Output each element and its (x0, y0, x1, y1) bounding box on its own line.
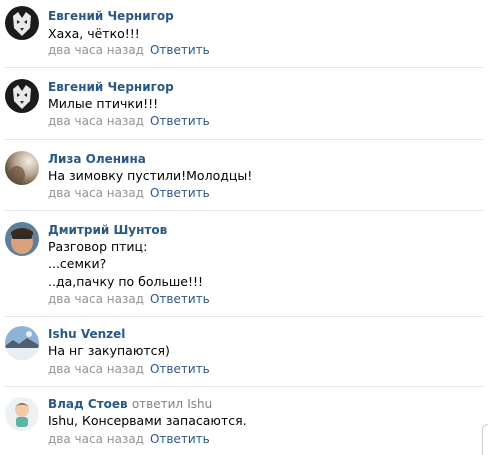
avatar[interactable] (5, 222, 39, 256)
comment-time[interactable]: два часа назад (48, 432, 144, 446)
comment-text: На зимовку пустили!Молодцы! (48, 168, 253, 183)
divider (4, 386, 484, 387)
avatar[interactable] (5, 151, 39, 185)
divider (4, 316, 484, 317)
scroll-edge[interactable] (482, 424, 488, 455)
comment-author[interactable]: Лиза Оленина (48, 152, 146, 166)
comment-text: ..да,пачку по больше!!! (48, 274, 204, 289)
comment-text: На нг закупаются) (48, 343, 170, 358)
avatar[interactable] (5, 6, 39, 40)
divider (4, 139, 484, 140)
avatar[interactable] (5, 326, 39, 360)
reply-meta: ответил (131, 397, 184, 411)
reply-button[interactable]: Ответить (150, 186, 210, 200)
comment-author[interactable]: Влад Стоев (48, 397, 128, 411)
comments-feed: Евгений Чернигор Хаха, чётко!!! два часа… (0, 0, 488, 455)
reply-button[interactable]: Ответить (150, 362, 210, 376)
comment-meta: два часа назад Ответить (48, 292, 210, 306)
comment-meta: два часа назад Ответить (48, 362, 210, 376)
reply-button[interactable]: Ответить (150, 292, 210, 306)
comment-time[interactable]: два часа назад (48, 114, 144, 128)
comment-author-line: Влад Стоев ответил Ishu (48, 397, 212, 411)
comment-time[interactable]: два часа назад (48, 292, 144, 306)
comment-author[interactable]: Евгений Чернигор (48, 80, 174, 94)
comment-text: Ishu, Консервами запасаются. (48, 413, 247, 428)
comment-time[interactable]: два часа назад (48, 362, 144, 376)
comment-text: ...семки? (48, 256, 107, 271)
comment-time[interactable]: два часа назад (48, 186, 144, 200)
divider (4, 67, 484, 68)
avatar[interactable] (5, 397, 39, 431)
comment-author[interactable]: Дмитрий Шунтов (48, 223, 167, 237)
comment-meta: два часа назад Ответить (48, 432, 210, 446)
comment-author[interactable]: Евгений Чернигор (48, 9, 174, 23)
reply-button[interactable]: Ответить (150, 43, 210, 57)
comment-meta: два часа назад Ответить (48, 114, 210, 128)
comment-text: Хаха, чётко!!! (48, 26, 140, 41)
comment-author[interactable]: Ishu Venzel (48, 327, 125, 341)
avatar[interactable] (5, 79, 39, 113)
comment-meta: два часа назад Ответить (48, 43, 210, 57)
comment-time[interactable]: два часа назад (48, 43, 144, 57)
reply-button[interactable]: Ответить (150, 432, 210, 446)
comment-text: Разговор птиц: (48, 239, 148, 254)
reply-button[interactable]: Ответить (150, 114, 210, 128)
reply-to-link[interactable]: Ishu (187, 397, 212, 411)
divider (4, 210, 484, 211)
comment-meta: два часа назад Ответить (48, 186, 210, 200)
comment-text: Милые птички!!! (48, 96, 159, 111)
